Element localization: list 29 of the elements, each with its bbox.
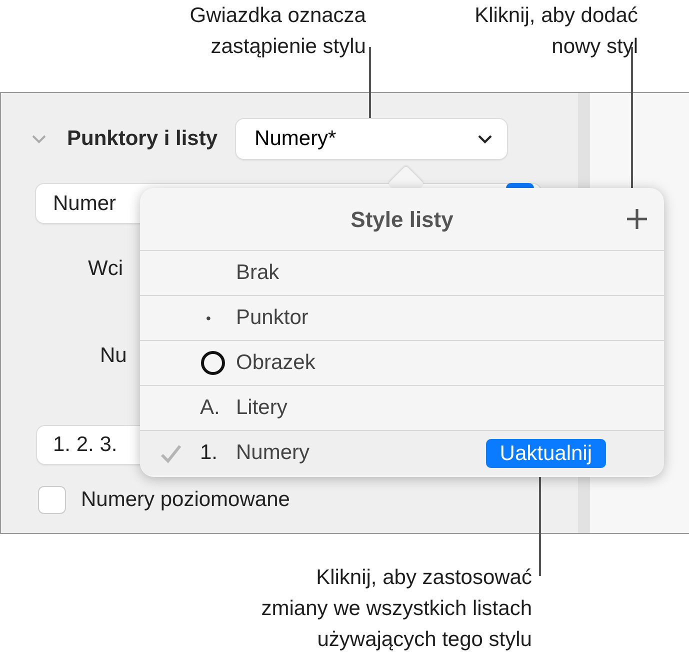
list-marker: A.	[200, 395, 220, 422]
checkbox-label: Numery poziomowane	[81, 487, 290, 513]
list-style-label: Numery	[236, 440, 310, 466]
list-style-label: Litery	[236, 395, 288, 422]
circle-icon	[200, 350, 226, 376]
leader-line	[369, 47, 371, 118]
chevron-icon	[476, 134, 493, 144]
popover-title: Style listy	[350, 206, 454, 234]
list-style-label: Obrazek	[236, 350, 316, 376]
plus-icon[interactable]	[626, 208, 648, 230]
field-label: Nu	[100, 344, 127, 368]
checkmark-icon	[160, 444, 182, 464]
callout-text: Kliknij, aby dodać nowy styl	[474, 3, 638, 60]
callout-text: Kliknij, aby zastosować zmiany we wszystkich listach używających tego stylu	[261, 565, 532, 653]
chevron-icon[interactable]	[31, 134, 47, 144]
callout-text: Gwiazdka oznacza zastąpienie stylu	[190, 3, 366, 60]
list-style-row[interactable]: Obrazek	[140, 340, 664, 385]
section-title: Punktory i listy	[67, 126, 218, 152]
update-button[interactable]: Uaktualnij	[486, 438, 606, 468]
list-style-label: Brak	[236, 260, 280, 286]
list-style-label: Punktor	[236, 305, 308, 332]
checkbox[interactable]	[38, 486, 66, 514]
list-marker: 1.	[200, 440, 218, 466]
list-style-row[interactable]: Brak	[140, 250, 664, 295]
list-style-row[interactable]: 1. Numery Uaktualnij	[140, 430, 664, 475]
field-label: Wci	[88, 257, 123, 281]
bullet-marker: •	[206, 308, 211, 328]
list-style-row[interactable]: • Punktor	[140, 295, 664, 340]
style-popup[interactable]: Numery*	[236, 119, 507, 159]
